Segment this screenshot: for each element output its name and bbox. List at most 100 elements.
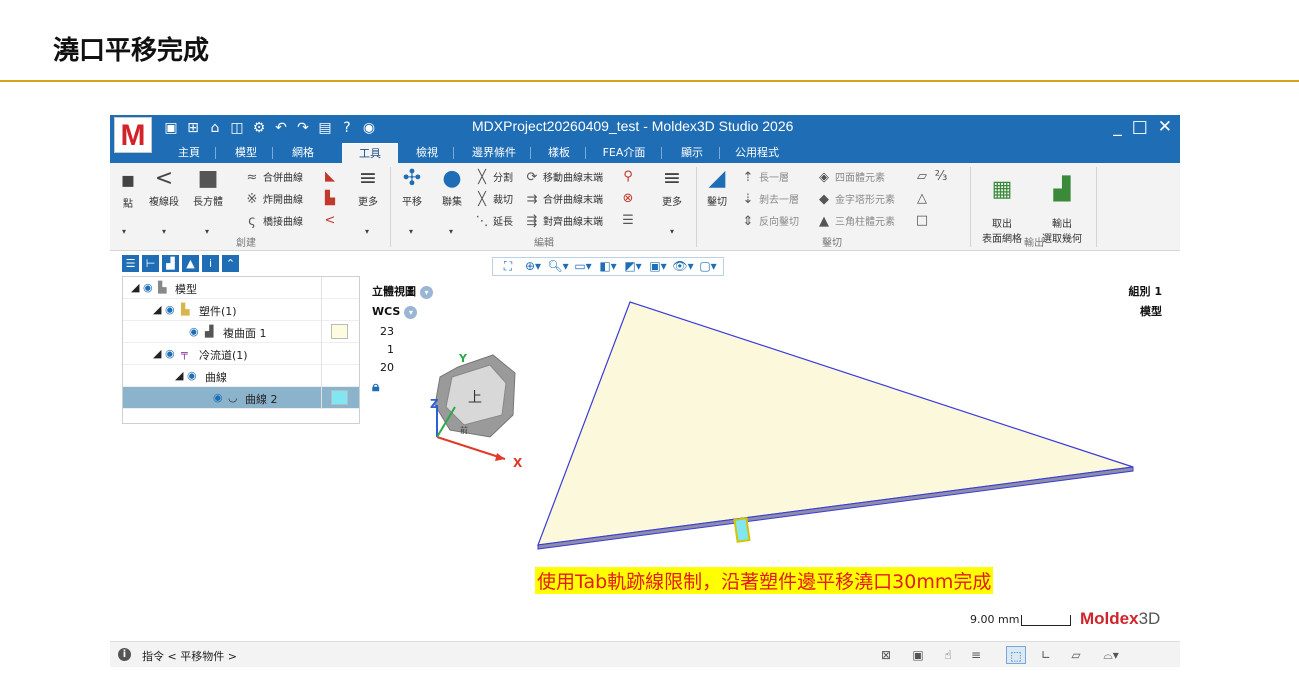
tab-boundary[interactable]: 邊界條件: [462, 143, 526, 163]
curve-color-swatch[interactable]: [331, 390, 348, 405]
tab-display[interactable]: 顯示: [671, 143, 713, 163]
tab-utilities[interactable]: 公用程式: [728, 143, 786, 163]
union-button[interactable]: ● 聯集: [434, 167, 470, 209]
extract-surface-mesh-button[interactable]: ▦ 取出 表面網格: [976, 167, 1028, 246]
tab-model[interactable]: 模型: [225, 143, 267, 163]
plane-icon[interactable]: ▱: [1066, 646, 1086, 664]
cube-select-button[interactable]: ▱ ⅔: [914, 169, 952, 184]
tree-expand-icon[interactable]: ◢: [131, 281, 139, 294]
tree-expand-icon[interactable]: ◢: [153, 347, 161, 360]
tab-tools[interactable]: 工具: [342, 143, 398, 163]
tab-fea[interactable]: FEA介面: [594, 143, 654, 163]
point-button[interactable]: ▪ 點: [116, 169, 140, 211]
maximize-button[interactable]: □: [1132, 117, 1148, 137]
part-surface[interactable]: [537, 301, 1134, 546]
visibility-icon[interactable]: ◉: [143, 281, 153, 294]
tool-icon-b[interactable]: ▙: [322, 191, 341, 206]
coord-system-selector[interactable]: WCS ▾: [372, 305, 418, 319]
bridge-curve-button[interactable]: ς 橋接曲線: [244, 213, 303, 229]
settings-icon[interactable]: ⚙: [250, 119, 268, 137]
pyramid-button[interactable]: ◆ 金字塔形元素: [816, 191, 895, 207]
explode-curve-button[interactable]: ※ 炸開曲線: [244, 191, 303, 207]
surface-color-swatch[interactable]: [331, 324, 348, 339]
tree-info-icon[interactable]: i: [202, 255, 219, 272]
tab-mesh[interactable]: 網格: [282, 143, 324, 163]
view-mode-selector[interactable]: 立體視圖 ▾: [372, 283, 433, 299]
camera-icon[interactable]: ◉: [360, 119, 378, 137]
new-icon[interactable]: ⊞: [184, 119, 202, 137]
select-all-icon[interactable]: ▣▾: [647, 259, 669, 274]
tree-list-icon[interactable]: ☰: [122, 255, 139, 272]
shading-icon[interactable]: ◧▾: [597, 259, 619, 274]
corner-icon[interactable]: ∟: [1036, 646, 1056, 664]
save-icon[interactable]: ▣: [162, 119, 180, 137]
tree-row-surface[interactable]: ◉ ▟ 複曲面 1: [123, 321, 359, 343]
tree-runner-icon[interactable]: ▲: [182, 255, 199, 272]
align-curve-end-button[interactable]: ⇶ 對齊曲線末端: [524, 213, 603, 229]
tree-row-model[interactable]: ◢ ◉ ▙ 模型: [123, 277, 359, 299]
tree-part-icon[interactable]: ▟: [162, 255, 179, 272]
redo-icon[interactable]: ↷: [294, 119, 312, 137]
visibility-icon[interactable]: ◉: [165, 303, 175, 316]
display-mode-icon[interactable]: ◩▾: [622, 259, 644, 274]
open-icon[interactable]: ⌂: [206, 119, 224, 137]
tab-template[interactable]: 樣板: [538, 143, 580, 163]
extend-button[interactable]: ⋱ 延長: [474, 213, 514, 229]
close-button[interactable]: ✕: [1158, 117, 1172, 137]
find-icon-button[interactable]: ⚲: [620, 169, 639, 184]
triangle-button[interactable]: △: [914, 191, 933, 206]
tree-row-part[interactable]: ◢ ◉ ▙ 塑件(1): [123, 299, 359, 321]
tree-row-curve-2[interactable]: ◉ ◡ 曲線 2: [123, 387, 359, 409]
pointer-icon[interactable]: ☝: [938, 646, 958, 664]
list-filter-icon[interactable]: ≡: [966, 646, 986, 664]
tab-home[interactable]: 主頁: [168, 143, 210, 163]
save-view-icon[interactable]: ▣: [908, 646, 928, 664]
tree-row-cold-runner[interactable]: ◢ ◉ ╤ 冷流道(1): [123, 343, 359, 365]
prism-button[interactable]: ▲ 三角柱體元素: [816, 213, 895, 229]
visibility-icon[interactable]: ◉: [213, 391, 223, 404]
tetra-button[interactable]: ◈ 四面體元素: [816, 169, 885, 185]
gate-runner[interactable]: [733, 517, 751, 543]
edit-more-button[interactable]: ≡ 更多: [658, 167, 686, 209]
visibility-toggle-icon[interactable]: 👁︎▾: [672, 259, 694, 274]
tree-hierarchy-icon[interactable]: ⊢: [142, 255, 159, 272]
window-view-icon[interactable]: ▭▾: [572, 259, 594, 274]
merge-curve-button[interactable]: ≈ 合併曲線: [244, 169, 303, 185]
rotate-center-icon[interactable]: ⊕▾: [522, 259, 544, 274]
tree-expand-icon[interactable]: ◢: [175, 369, 183, 382]
translate-button[interactable]: ✣ 平移: [394, 167, 430, 209]
move-curve-end-button[interactable]: ⟳ 移動曲線末端: [524, 169, 603, 185]
help-icon[interactable]: ?: [338, 119, 356, 137]
visibility-icon[interactable]: ◉: [189, 325, 199, 338]
tool-icon-c[interactable]: <: [322, 213, 341, 228]
visibility-icon[interactable]: ◉: [187, 369, 197, 382]
minimize-button[interactable]: _: [1113, 117, 1122, 137]
merge-curve-end-button[interactable]: ⇉ 合併曲線末端: [524, 191, 603, 207]
tree-row-curves[interactable]: ◢ ◉ 曲線: [123, 365, 359, 387]
view-cube[interactable]: [434, 354, 516, 438]
box-view-icon[interactable]: ▢▾: [697, 259, 719, 274]
polyline-button[interactable]: < 複線段: [144, 167, 184, 209]
view-icon[interactable]: ◫: [228, 119, 246, 137]
magnet-dropdown-icon[interactable]: ⌓▾: [1096, 646, 1126, 664]
tree-expand-icon[interactable]: ◢: [153, 303, 161, 316]
zoom-icon[interactable]: 🔍︎▾: [547, 259, 569, 274]
list-icon-button[interactable]: ☰: [620, 213, 639, 228]
delete-icon-button[interactable]: ⊗: [620, 191, 639, 206]
help-doc-icon[interactable]: ▤: [316, 119, 334, 137]
trim-button[interactable]: ╳ 裁切: [474, 191, 513, 207]
square-button[interactable]: □: [914, 213, 933, 228]
select-mode-icon[interactable]: ⬚: [1006, 646, 1026, 664]
fit-view-icon[interactable]: ⛶: [497, 259, 519, 274]
split-button[interactable]: ╳ 分割: [474, 169, 513, 185]
tool-icon-a[interactable]: ◣: [322, 169, 341, 184]
app-logo[interactable]: M: [114, 117, 152, 153]
snap-icon[interactable]: ⊠: [876, 646, 896, 664]
tree-collapse-icon[interactable]: ⌃: [222, 255, 239, 272]
visibility-icon[interactable]: ◉: [165, 347, 175, 360]
undo-icon[interactable]: ↶: [272, 119, 290, 137]
tab-view[interactable]: 檢視: [406, 143, 448, 163]
grow-layer-button[interactable]: ⇡ 長一層: [740, 169, 789, 185]
create-more-button[interactable]: ≡ 更多: [354, 167, 382, 209]
trim-mesh-button[interactable]: ◢ 鑿切: [702, 167, 732, 209]
